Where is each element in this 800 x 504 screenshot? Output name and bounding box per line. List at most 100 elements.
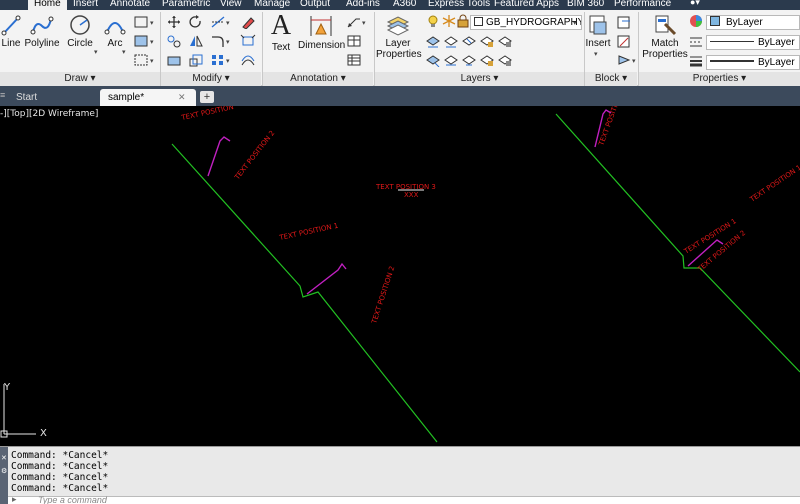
- drawing-text-tp-far-right[interactable]: TEXT POSITION 1 2: [748, 160, 800, 204]
- dimension-button[interactable]: Dimension: [298, 14, 345, 51]
- boundary-icon[interactable]: [133, 53, 149, 67]
- green-polyline-right[interactable]: [555, 113, 800, 373]
- explode-icon[interactable]: [240, 34, 256, 48]
- array-dropdown-icon[interactable]: ▾: [226, 57, 230, 65]
- layer-tool-10-icon[interactable]: [497, 53, 513, 67]
- table-grid-icon[interactable]: [346, 53, 362, 67]
- magenta-leader-2[interactable]: [306, 262, 347, 295]
- ribbon-options-icon[interactable]: ●▾: [690, 0, 700, 9]
- hatch-dropdown-icon[interactable]: ▾: [150, 38, 154, 46]
- tab-performance[interactable]: Performance: [614, 0, 671, 10]
- tab-insert[interactable]: Insert: [73, 0, 98, 10]
- tab-express-tools[interactable]: Express Tools: [428, 0, 490, 10]
- layer-dropdown[interactable]: GB_HYDROGRAPHY: [470, 15, 582, 30]
- attribute-icon[interactable]: [616, 53, 632, 67]
- arc-button[interactable]: Arc: [103, 14, 127, 49]
- layer-tool-1-icon[interactable]: [425, 34, 441, 48]
- drawing-text-tp3[interactable]: TEXT POSITION 3: [375, 183, 436, 191]
- tab-add-ins[interactable]: Add-ins: [346, 0, 380, 10]
- tab-featured-apps[interactable]: Featured Apps: [494, 0, 559, 10]
- circle-button[interactable]: Circle: [64, 14, 96, 49]
- draw-panel-title[interactable]: Draw ▾: [0, 72, 160, 86]
- hatch-icon[interactable]: [133, 34, 149, 48]
- drawing-text-tp-right-top[interactable]: TEXT POSITION 3: [597, 106, 625, 148]
- doc-tab-start[interactable]: Start: [8, 89, 45, 106]
- drawing-text-tp2-left[interactable]: TEXT POSITION 2: [233, 129, 277, 182]
- leader-dropdown-icon[interactable]: ▾: [362, 19, 366, 27]
- command-input-bar[interactable]: ▸ Type a command: [8, 494, 800, 504]
- text-button[interactable]: A Text: [266, 12, 296, 54]
- layer-properties-button[interactable]: Layer Properties: [376, 14, 422, 60]
- linetype-icon[interactable]: [688, 34, 704, 48]
- layer-tool-4-icon[interactable]: [479, 34, 495, 48]
- lineweight-icon[interactable]: [688, 53, 704, 67]
- color-dropdown[interactable]: ByLayer: [706, 15, 800, 30]
- tab-home[interactable]: Home: [28, 0, 67, 10]
- layer-tool-6-icon[interactable]: [425, 53, 441, 67]
- layer-on-icon[interactable]: [425, 14, 441, 28]
- insert-dropdown-icon[interactable]: ▾: [594, 50, 598, 58]
- tab-annotate[interactable]: Annotate: [110, 0, 150, 10]
- circle-dropdown-icon[interactable]: ▾: [94, 48, 98, 56]
- trim-dropdown-icon[interactable]: ▾: [226, 19, 230, 27]
- rotate-icon[interactable]: [188, 15, 204, 29]
- create-block-icon[interactable]: [616, 15, 632, 29]
- drawing-text-tp2-mid[interactable]: TEXT POSITION 2: [370, 265, 396, 325]
- drawing-text-tp-top[interactable]: TEXT POSITION: [180, 106, 235, 122]
- match-properties-button[interactable]: Match Properties: [642, 14, 688, 60]
- layer-tool-5-icon[interactable]: [497, 34, 513, 48]
- stretch-icon[interactable]: [166, 53, 182, 67]
- offset-icon[interactable]: [240, 53, 256, 67]
- file-tabs-menu-icon[interactable]: ≡: [0, 90, 5, 100]
- rectangle-icon[interactable]: [133, 15, 149, 29]
- array-icon[interactable]: [210, 53, 226, 67]
- annotation-panel-title[interactable]: Annotation ▾: [263, 72, 373, 86]
- layer-tool-8-icon[interactable]: [461, 53, 477, 67]
- layer-tool-2-icon[interactable]: [443, 34, 459, 48]
- arc-dropdown-icon[interactable]: ▾: [122, 48, 126, 56]
- magenta-leader-1[interactable]: [207, 136, 231, 177]
- modify-panel-title[interactable]: Modify ▾: [161, 72, 261, 86]
- leader-icon[interactable]: [346, 15, 362, 29]
- layers-panel-title[interactable]: Layers ▾: [375, 72, 584, 86]
- tab-manage[interactable]: Manage: [254, 0, 290, 10]
- close-icon[interactable]: ✕: [178, 92, 186, 103]
- layer-lock-icon[interactable]: [455, 14, 471, 28]
- tab-a360[interactable]: A360: [393, 0, 416, 10]
- polyline-button[interactable]: Polyline: [24, 14, 60, 49]
- drawing-text-tp1-right[interactable]: TEXT POSITION 1: [682, 217, 738, 256]
- drawing-text-tp1-left[interactable]: TEXT POSITION 1: [278, 222, 339, 242]
- lineweight-dropdown[interactable]: ByLayer: [706, 55, 800, 70]
- table-icon[interactable]: [346, 34, 362, 48]
- layer-tool-7-icon[interactable]: [443, 53, 459, 67]
- tab-parametric[interactable]: Parametric: [162, 0, 210, 10]
- color-wheel-icon[interactable]: [688, 14, 704, 28]
- erase-icon[interactable]: [240, 15, 256, 29]
- drawing-text-xxx[interactable]: XXX: [404, 191, 419, 199]
- drawing-canvas[interactable]: -][Top][2D Wireframe] TEXT POSITION TEXT…: [0, 106, 800, 446]
- attribute-dropdown-icon[interactable]: ▾: [632, 57, 636, 65]
- layer-tool-3-icon[interactable]: [461, 34, 477, 48]
- command-input[interactable]: Type a command: [38, 495, 107, 504]
- new-tab-button[interactable]: +: [200, 91, 214, 103]
- line-button[interactable]: Line: [0, 14, 22, 49]
- fillet-dropdown-icon[interactable]: ▾: [226, 38, 230, 46]
- tab-view[interactable]: View: [220, 0, 242, 10]
- tab-output[interactable]: Output: [300, 0, 330, 10]
- block-panel-title[interactable]: Block ▾: [585, 72, 637, 86]
- command-settings-icon[interactable]: ⚙: [1, 467, 7, 475]
- layer-tool-9-icon[interactable]: [479, 53, 495, 67]
- tab-bim-360[interactable]: BIM 360: [567, 0, 604, 10]
- properties-panel-title[interactable]: Properties ▾: [639, 72, 800, 86]
- copy-icon[interactable]: [166, 34, 182, 48]
- fillet-icon[interactable]: [210, 34, 226, 48]
- move-icon[interactable]: [166, 15, 182, 29]
- insert-button[interactable]: Insert: [584, 14, 612, 49]
- scale-icon[interactable]: [188, 53, 204, 67]
- edit-block-icon[interactable]: [616, 34, 632, 48]
- rect-dropdown-icon[interactable]: ▾: [150, 19, 154, 27]
- command-close-icon[interactable]: ✕: [1, 454, 7, 462]
- boundary-dropdown-icon[interactable]: ▾: [150, 57, 154, 65]
- mirror-icon[interactable]: [188, 34, 204, 48]
- trim-icon[interactable]: [210, 15, 226, 29]
